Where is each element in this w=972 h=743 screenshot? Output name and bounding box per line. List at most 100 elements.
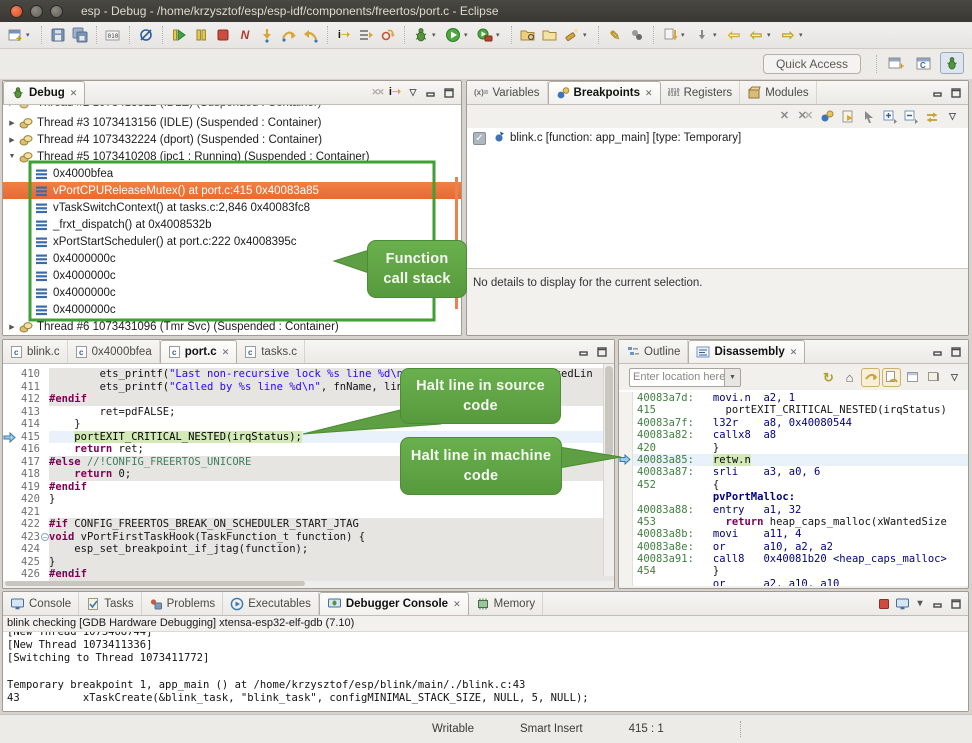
stack-frame-row[interactable]: 0x4000000c bbox=[3, 301, 461, 318]
console-output[interactable]: [New Thread 1073468744][New Thread 10734… bbox=[3, 632, 968, 712]
disassembly-line[interactable]: 454 } bbox=[619, 565, 968, 577]
back-history-dropdown[interactable]: ▾ bbox=[767, 31, 775, 39]
show-debug-columns-icon[interactable] bbox=[356, 25, 376, 45]
minimize-view-button[interactable] bbox=[930, 344, 946, 360]
stack-frame-row[interactable]: 0x4000bfea bbox=[3, 165, 461, 182]
editor-tab-blink-c[interactable]: cblink.c bbox=[3, 340, 68, 363]
tab-executables[interactable]: Executables bbox=[223, 592, 319, 615]
breakpoint-row[interactable]: ✓ blink.c [function: app_main] [type: Te… bbox=[467, 128, 968, 148]
tab-tasks[interactable]: Tasks bbox=[79, 592, 141, 615]
tab-close-icon[interactable]: ✕ bbox=[645, 88, 653, 99]
next-annotation-dropdown[interactable]: ▾ bbox=[713, 31, 721, 39]
dropdown-icon[interactable]: ▾ bbox=[912, 596, 928, 612]
tab-problems[interactable]: Problems bbox=[142, 592, 224, 615]
forward-icon[interactable]: ⇨ bbox=[778, 25, 798, 45]
forward-dropdown[interactable]: ▾ bbox=[799, 31, 807, 39]
debug-config-dropdown[interactable]: ▾ bbox=[432, 31, 440, 39]
thread-row[interactable]: ▶Thread #6 1073431096 (Tmr Svc) (Suspend… bbox=[3, 318, 461, 335]
disassembly-line[interactable]: 40083a87: srli a3, a0, 6 bbox=[619, 466, 968, 478]
view-menu-icon[interactable]: ▽ bbox=[405, 85, 421, 101]
sync-pc-icon[interactable] bbox=[861, 368, 880, 387]
tab-debugger-console[interactable]: Debugger Console✕ bbox=[319, 592, 469, 615]
maximize-window-button[interactable] bbox=[50, 5, 63, 18]
code-line[interactable]: 425} bbox=[3, 556, 614, 569]
instruction-step-icon[interactable]: i➝ bbox=[334, 25, 354, 45]
step-into-icon[interactable] bbox=[257, 25, 277, 45]
save-icon[interactable] bbox=[48, 25, 68, 45]
maximize-view-button[interactable] bbox=[948, 85, 964, 101]
save-all-icon[interactable] bbox=[70, 25, 90, 45]
run-dropdown[interactable]: ▾ bbox=[464, 31, 472, 39]
open-resource-icon[interactable] bbox=[540, 25, 560, 45]
open-perspective-icon[interactable]: + bbox=[884, 52, 908, 74]
terminate-icon[interactable] bbox=[213, 25, 233, 45]
stack-frame-row[interactable]: vTaskSwitchContext() at tasks.c:2,846 0x… bbox=[3, 199, 461, 216]
open-element-icon[interactable] bbox=[518, 25, 538, 45]
tab-debug[interactable]: Debug✕ bbox=[3, 81, 85, 104]
disassembly-line[interactable]: 453 return heap_caps_malloc(xWantedSize bbox=[619, 516, 968, 528]
annotations-icon[interactable] bbox=[627, 25, 647, 45]
disassembly-line[interactable]: 452 { bbox=[619, 479, 968, 491]
show-supported-icon[interactable] bbox=[817, 107, 836, 126]
maximize-view-button[interactable] bbox=[441, 85, 457, 101]
editor-tab-tasks-c[interactable]: ctasks.c bbox=[237, 340, 305, 363]
minimize-window-button[interactable] bbox=[30, 5, 43, 18]
tab-console[interactable]: Console bbox=[3, 592, 79, 615]
tab-close-icon[interactable]: ✕ bbox=[453, 599, 461, 610]
tab-registers[interactable]: 10100101Registers bbox=[661, 81, 741, 104]
thread-row[interactable]: ▶Thread #2 1073413312 (IDLE) (Suspended … bbox=[3, 105, 461, 114]
editor-tab-port-c[interactable]: cport.c✕ bbox=[160, 340, 238, 363]
disassembly-line[interactable]: 415 portEXIT_CRITICAL_NESTED(irqStatus) bbox=[619, 404, 968, 416]
thread-row[interactable]: ▼Thread #5 1073410208 (ipc1 : Running) (… bbox=[3, 148, 461, 165]
back-icon[interactable]: ⇦ bbox=[724, 25, 744, 45]
disassembly-line[interactable]: pvPortMalloc: bbox=[619, 491, 968, 503]
view-menu-icon[interactable]: ▽ bbox=[945, 368, 964, 387]
editor-vertical-scrollbar[interactable] bbox=[603, 364, 614, 576]
disassembly-line[interactable]: 40083a8e: or a10, a2, a2 bbox=[619, 541, 968, 553]
code-line[interactable]: 422#if CONFIG_FREERTOS_BREAK_ON_SCHEDULE… bbox=[3, 518, 614, 531]
remove-terminated-icon[interactable]: ✕✕ bbox=[369, 85, 385, 101]
terminate-red-icon[interactable] bbox=[876, 596, 892, 612]
location-dropdown-button[interactable]: ▼ bbox=[725, 368, 741, 387]
fold-marker-icon[interactable]: – bbox=[41, 533, 49, 541]
disassembly-line[interactable]: 40083a91: call8 0x40081b20 <heap_caps_ma… bbox=[619, 553, 968, 565]
maximize-view-button[interactable] bbox=[948, 344, 964, 360]
tab-memory[interactable]: Memory bbox=[469, 592, 544, 615]
new-icon[interactable]: + bbox=[5, 25, 25, 45]
step-return-icon[interactable] bbox=[301, 25, 321, 45]
cpp-perspective-icon[interactable]: C bbox=[912, 52, 936, 74]
tab-close-icon[interactable]: ✕ bbox=[222, 347, 230, 358]
disassembly-line[interactable]: 40083a82: callx8 a8 bbox=[619, 429, 968, 441]
debug-perspective-icon[interactable] bbox=[940, 52, 964, 74]
minimize-view-button[interactable] bbox=[423, 85, 439, 101]
deselect-icon[interactable] bbox=[859, 107, 878, 126]
last-edit-icon[interactable] bbox=[660, 25, 680, 45]
location-input[interactable]: Enter location here bbox=[629, 368, 725, 387]
display-icon[interactable] bbox=[894, 596, 910, 612]
expand-arrow-icon[interactable]: ▶ bbox=[7, 136, 17, 144]
code-line[interactable]: 421 bbox=[3, 506, 614, 519]
disassembly-line[interactable]: 40083a7f: l32r a8, 0x40080544 bbox=[619, 417, 968, 429]
tab-close-icon[interactable]: ✕ bbox=[790, 347, 798, 358]
skip-breakpoints-icon[interactable] bbox=[136, 25, 156, 45]
stack-frame-row[interactable]: _frxt_dispatch() at 0x4008532b bbox=[3, 216, 461, 233]
trace-icon[interactable] bbox=[378, 25, 398, 45]
instruction-step-icon[interactable]: i➝ bbox=[387, 85, 403, 101]
view-menu-icon[interactable]: ▽ bbox=[943, 107, 962, 126]
stack-frame-row[interactable]: vPortCPUReleaseMutex() at port.c:415 0x4… bbox=[3, 182, 461, 199]
disassembly-code[interactable]: 40083a7d: movi.n a2, 1415 portEXIT_CRITI… bbox=[619, 390, 968, 586]
expand-all-icon[interactable] bbox=[880, 107, 899, 126]
remove-icon[interactable]: ✕ bbox=[775, 107, 794, 126]
tab-variables[interactable]: (x)=Variables bbox=[467, 81, 548, 104]
next-annotation-icon[interactable] bbox=[692, 25, 712, 45]
last-edit-dropdown[interactable]: ▾ bbox=[681, 31, 689, 39]
collapse-arrow-icon[interactable]: ▼ bbox=[7, 153, 17, 160]
expand-arrow-icon[interactable]: ▶ bbox=[7, 323, 17, 331]
home-icon[interactable]: ⌂ bbox=[840, 368, 859, 387]
suspend-icon[interactable] bbox=[191, 25, 211, 45]
pin-icon[interactable] bbox=[924, 368, 943, 387]
external-tools-icon[interactable] bbox=[475, 25, 495, 45]
resume-icon[interactable] bbox=[169, 25, 189, 45]
refresh-icon[interactable]: ↻ bbox=[819, 368, 838, 387]
minimize-view-button[interactable] bbox=[930, 596, 946, 612]
